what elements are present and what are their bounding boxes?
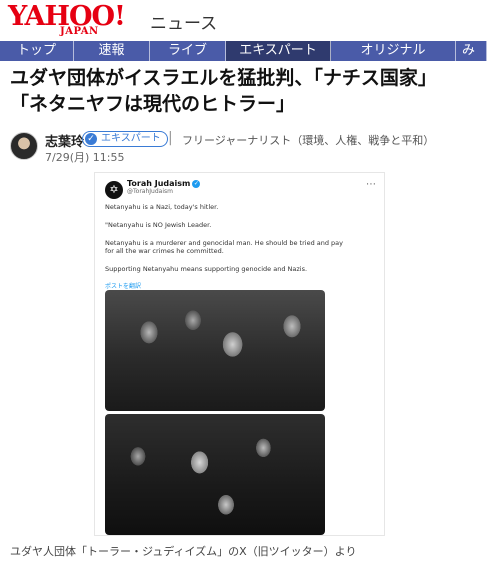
publish-date: 7/29(月) 11:55 xyxy=(45,151,125,164)
nav-item-breaking[interactable]: 速報 xyxy=(74,41,150,61)
nav-item-top[interactable]: トップ xyxy=(0,41,74,61)
verified-icon: ✓ xyxy=(192,179,201,188)
yahoo-japan-logo[interactable]: YAHOO! JAPAN xyxy=(8,2,148,40)
tweet-photo-bottom xyxy=(105,414,325,535)
nav-item-live[interactable]: ライブ xyxy=(150,41,226,61)
more-icon: ⋯ xyxy=(366,179,376,190)
tweet-photo-top xyxy=(105,290,325,411)
author-avatar[interactable] xyxy=(10,132,38,160)
image-caption: ユダヤ人団体「トーラー・ジュディイズム」のX（旧ツイッター）より xyxy=(10,545,357,558)
tweet-text-line: "Netanyahu is NO Jewish Leader. xyxy=(105,221,212,229)
check-icon: ✓ xyxy=(85,133,97,145)
tweet-text-line: Supporting Netanyahu means supporting ge… xyxy=(105,265,308,273)
badge-label: エキスパート xyxy=(101,133,161,144)
embedded-tweet-image: ✡ Torah Judaism ✓ @TorahJudaism ⋯ Netanya… xyxy=(94,172,385,536)
author-description: フリージャーナリスト（環境、人権、戦争と平和） xyxy=(182,134,435,147)
site-header: YAHOO! JAPAN ニュース xyxy=(0,0,487,40)
tweet-display-name: Torah Judaism ✓ xyxy=(127,179,201,188)
tweet-display-name-text: Torah Judaism xyxy=(127,179,191,188)
tweet-avatar: ✡ xyxy=(105,181,123,199)
tweet-text-line: for all the war crimes he committed. xyxy=(105,247,224,255)
global-nav: トップ 速報 ライブ エキスパート オリジナル み xyxy=(0,41,487,61)
author-name[interactable]: 志葉玲 xyxy=(45,131,84,150)
nav-item-more[interactable]: み xyxy=(456,41,487,61)
logo-subtext: JAPAN xyxy=(60,26,99,37)
article-title-line1: ユダヤ団体がイスラエルを猛批判、「ナチス国家」 xyxy=(10,67,437,89)
tweet-text-line: Netanyahu is a murderer and genocidal ma… xyxy=(105,239,344,247)
expert-badge: ✓ エキスパート xyxy=(82,131,168,147)
author-byline: 志葉玲 ✓ エキスパート | フリージャーナリスト（環境、人権、戦争と平和） 7… xyxy=(10,130,480,164)
article-title-line2: 「ネタニヤフは現代のヒトラー」 xyxy=(10,93,296,115)
translate-post-link: ポストを翻訳 xyxy=(105,283,142,290)
nav-item-expert[interactable]: エキスパート xyxy=(226,41,331,61)
nav-item-original[interactable]: オリジナル xyxy=(331,41,456,61)
service-name[interactable]: ニュース xyxy=(150,9,217,34)
article-title: ユダヤ団体がイスラエルを猛批判、「ナチス国家」 「ネタニヤフは現代のヒトラー」 xyxy=(10,65,480,117)
tweet-handle: @TorahJudaism xyxy=(127,188,173,195)
byline-divider: | xyxy=(168,130,173,146)
tweet-text-line: Netanyahu is a Nazi, today's hitler. xyxy=(105,203,219,211)
